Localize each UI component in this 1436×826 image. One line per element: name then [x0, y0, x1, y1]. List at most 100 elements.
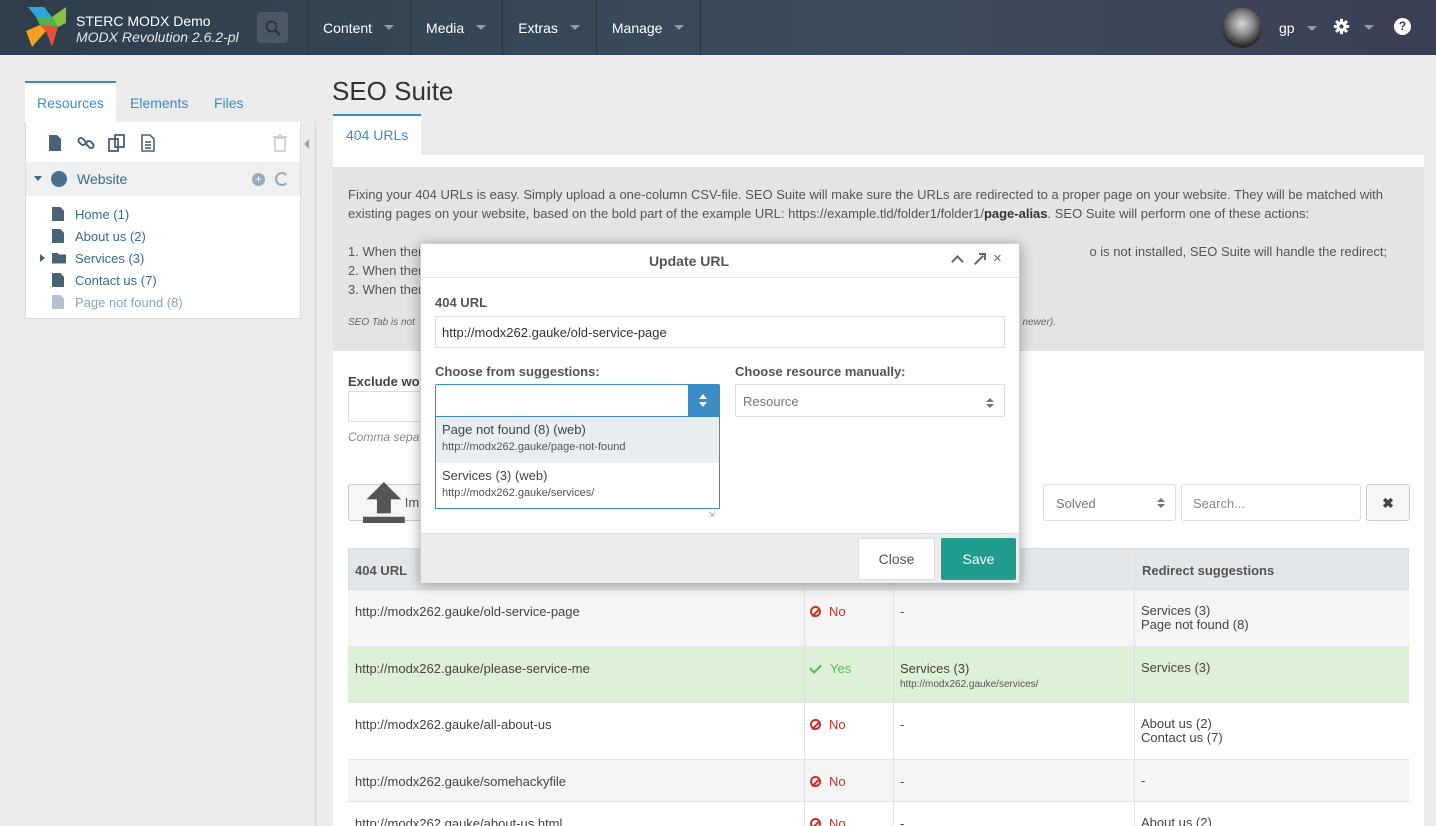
info-text: existing pages on your website, based on… — [348, 204, 1409, 223]
exclude-words-input[interactable] — [348, 391, 428, 422]
chevron-down-icon — [1363, 25, 1374, 30]
option-url: http://modx262.gauke/services/ — [442, 487, 595, 499]
help-button[interactable]: ? — [1394, 18, 1411, 35]
save-button[interactable]: Save — [941, 538, 1016, 580]
chevron-down-icon[interactable] — [34, 176, 42, 181]
table-row[interactable]: http://modx262.gauke/please-service-me Y… — [348, 647, 1409, 703]
cell-redirect: - — [900, 717, 905, 732]
table-row[interactable]: http://modx262.gauke/somehackyfile No - … — [348, 760, 1409, 802]
new-document-icon[interactable] — [46, 134, 64, 152]
tree-item-home[interactable]: Home (1) — [52, 204, 129, 224]
maximize-icon[interactable] — [972, 253, 986, 266]
nav-content[interactable]: Content — [308, 0, 412, 55]
column-header-404-url[interactable]: 404 URL — [355, 563, 407, 578]
column-divider — [1134, 548, 1135, 826]
ban-icon — [810, 776, 821, 787]
check-icon — [809, 660, 822, 674]
url-field[interactable]: http://modx262.gauke/old-service-page — [435, 316, 1005, 348]
table-row[interactable]: http://modx262.gauke/old-service-page No… — [348, 590, 1409, 647]
resource-select[interactable]: Resource — [735, 384, 1005, 417]
weblink-icon[interactable] — [77, 134, 95, 152]
cell-url: http://modx262.gauke/all-about-us — [355, 717, 552, 732]
solved-filter-select[interactable]: Solved — [1043, 484, 1176, 521]
clear-filter-button[interactable]: ✖ — [1366, 484, 1410, 521]
tree-item-contact-us[interactable]: Contact us (7) — [52, 270, 157, 290]
option-url: http://modx262.gauke/page-not-found — [442, 441, 626, 453]
chevron-right-icon[interactable] — [40, 254, 45, 262]
cell-suggestions: About us (2) — [1141, 816, 1212, 826]
tree-item-services[interactable]: Services (3) — [40, 248, 144, 268]
column-divider — [804, 548, 805, 826]
nav-manage[interactable]: Manage — [597, 0, 702, 55]
document-icon — [52, 207, 64, 221]
main-nav: Content Media Extras Manage — [307, 0, 702, 55]
url-field-label: 404 URL — [435, 295, 488, 310]
manual-resource-label: Choose resource manually: — [735, 364, 906, 379]
cell-url: http://modx262.gauke/please-service-me — [355, 661, 590, 676]
dialog-footer: Close Save — [421, 533, 1019, 583]
solved-placeholder: Solved — [1056, 496, 1096, 511]
redirect-url: http://modx262.gauke/services/ — [900, 679, 1039, 690]
sidebar-tabs: Resources Elements Files — [25, 81, 301, 122]
collapse-icon[interactable] — [951, 253, 964, 266]
splitter[interactable] — [315, 122, 316, 826]
option-title: Page not found (8) (web) — [442, 422, 586, 437]
document-icon — [52, 229, 64, 243]
close-button[interactable]: Close — [858, 538, 935, 580]
static-resource-icon[interactable] — [139, 134, 157, 152]
select-arrows-icon — [1157, 498, 1165, 509]
search-icon — [265, 20, 281, 36]
tree-item-page-not-found[interactable]: Page not found (8) — [52, 292, 183, 312]
select-arrows-icon[interactable] — [688, 385, 719, 416]
tree-item-label: Home (1) — [75, 206, 130, 222]
close-icon[interactable]: × — [993, 251, 1006, 266]
folder-icon — [52, 252, 66, 264]
table-row[interactable]: http://modx262.gauke/all-about-us No - A… — [348, 703, 1409, 760]
tree-item-label: About us (2) — [75, 228, 146, 244]
suggestion: Page not found (8) — [1141, 617, 1249, 632]
suggestions-label: Choose from suggestions: — [435, 364, 600, 379]
suggestion-option[interactable]: Page not found (8) (web) http://modx262.… — [436, 417, 719, 463]
info-text-part: 1. When ther — [348, 244, 423, 259]
settings-menu[interactable] — [1333, 18, 1374, 35]
search-input[interactable]: Search... — [1181, 484, 1361, 521]
upload-icon — [363, 481, 405, 524]
tree-item-about-us[interactable]: About us (2) — [52, 226, 146, 246]
tree-root-label: Website — [77, 171, 128, 187]
chevron-down-icon — [476, 25, 487, 30]
tab-404-urls[interactable]: 404 URLs — [333, 114, 422, 155]
dialog-header[interactable]: Update URL × — [421, 244, 1019, 278]
cell-redirect: Services (3) http://modx262.gauke/service… — [900, 661, 1038, 690]
column-header-redirect-suggestions[interactable]: Redirect suggestions — [1142, 563, 1274, 578]
tab-resources[interactable]: Resources — [25, 81, 116, 122]
suggestions-dropdown: Page not found (8) (web) http://modx262.… — [435, 417, 720, 509]
cell-solved: Yes — [809, 660, 852, 676]
search-button[interactable] — [257, 12, 288, 43]
tab-files[interactable]: Files — [214, 81, 244, 122]
table-row[interactable]: http://modx262.gauke/about-us.html No - … — [348, 802, 1409, 826]
user-menu[interactable]: gp — [1222, 8, 1317, 48]
tree-root-website[interactable]: Website + — [26, 162, 300, 196]
symlink-icon[interactable] — [108, 134, 126, 152]
tab-elements[interactable]: Elements — [130, 81, 188, 122]
resize-grip-icon[interactable]: ⇲ — [708, 510, 715, 519]
cell-redirect: - — [900, 816, 905, 826]
dialog-title: Update URL — [648, 253, 730, 269]
tree-item-label: Page not found (8) — [75, 294, 183, 310]
add-icon[interactable]: + — [252, 173, 265, 186]
suggestion-option[interactable]: Services (3) (web) http://modx262.gauke/… — [436, 463, 719, 509]
nav-extras[interactable]: Extras — [503, 0, 597, 55]
nav-media[interactable]: Media — [411, 0, 504, 55]
cell-url: http://modx262.gauke/about-us.html — [355, 816, 563, 826]
cell-redirect: - — [900, 774, 905, 789]
cell-suggestions: About us (2) Contact us (7) — [1141, 717, 1223, 745]
solved-value: No — [829, 717, 846, 732]
collapse-sidebar-button[interactable] — [301, 122, 315, 166]
suggestions-combo[interactable] — [435, 384, 720, 417]
refresh-icon[interactable] — [275, 172, 289, 186]
brand[interactable]: STERC MODX Demo MODX Revolution 2.6.2-pl — [26, 7, 266, 47]
solved-value: Yes — [830, 661, 852, 676]
exclude-words-label: Exclude wo — [348, 374, 420, 389]
select-arrows-icon — [986, 398, 994, 409]
trash-icon[interactable] — [272, 134, 288, 152]
